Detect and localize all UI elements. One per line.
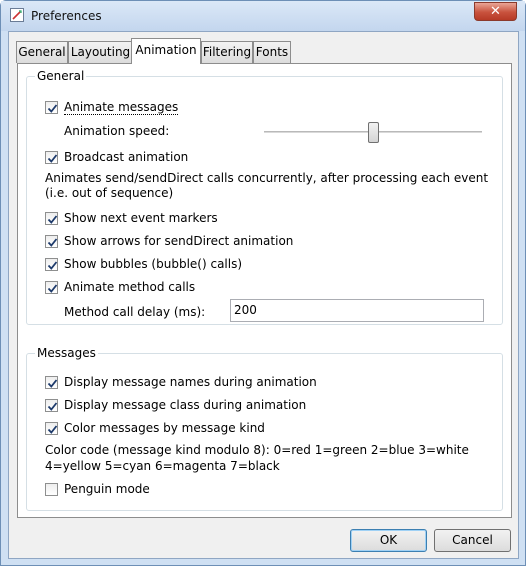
animation-speed-label: Animation speed: [64,124,170,138]
tab-fonts[interactable]: Fonts [253,41,291,63]
title-bar[interactable]: Preferences ✕ [1,1,525,31]
checkbox-box[interactable] [45,235,58,248]
checkbox-box[interactable] [45,483,58,496]
checkbox-box[interactable] [45,151,58,164]
checkbox-box[interactable] [45,399,58,412]
color-by-kind-label: Color messages by message kind [64,421,265,435]
tab-animation[interactable]: Animation [131,38,201,64]
checkbox-box[interactable] [45,258,58,271]
general-group-title: General [35,69,87,83]
checkbox-box[interactable] [45,101,58,114]
animation-speed-slider-thumb[interactable] [367,122,379,143]
tab-general[interactable]: General [16,41,68,63]
checkmark-icon [47,402,58,411]
checkmark-icon [47,379,58,388]
messages-group: Messages Display message names during an… [26,346,503,511]
show-next-event-markers-label: Show next event markers [64,211,218,225]
close-button[interactable]: ✕ [474,2,517,21]
color-code-line2: 4=yellow 5=cyan 6=magenta 7=black [45,459,280,473]
close-icon: ✕ [490,4,501,19]
broadcast-description-line1: Animates send/sendDirect calls concurren… [45,171,489,185]
messages-group-title: Messages [35,346,98,360]
preferences-window: Preferences ✕ General Layouting Animatio… [0,0,526,566]
app-icon [10,8,24,22]
tab-layouting[interactable]: Layouting [68,41,133,63]
animate-messages-label: Animate messages [64,100,179,115]
show-arrows-label: Show arrows for sendDirect animation [64,234,294,248]
show-bubbles-label: Show bubbles (bubble() calls) [64,257,243,271]
checkmark-icon [47,425,58,434]
dialog-client: General Layouting Animation Filtering Fo… [8,31,519,559]
tab-filtering[interactable]: Filtering [201,41,253,63]
animate-method-calls-label: Animate method calls [64,280,196,294]
broadcast-description-line2: (i.e. out of sequence) [45,186,174,200]
checkmark-icon [47,238,58,247]
checkbox-box[interactable] [45,281,58,294]
method-call-delay-label: Method call delay (ms): [64,305,206,319]
ok-button[interactable]: OK [350,529,427,552]
general-group: General Animate messages Animation speed… [26,69,503,325]
checkmark-icon [47,284,58,293]
checkbox-box[interactable] [45,376,58,389]
cancel-button[interactable]: Cancel [434,529,511,552]
checkmark-icon [47,261,58,270]
animation-tab-panel: General Animate messages Animation speed… [17,63,512,518]
display-message-names-label: Display message names during animation [64,375,317,389]
checkmark-icon [47,154,58,163]
display-message-class-label: Display message class during animation [64,398,307,412]
color-code-line1: Color code (message kind modulo 8): 0=re… [45,443,469,457]
checkmark-icon [47,104,58,113]
penguin-mode-label: Penguin mode [64,482,150,496]
checkbox-box[interactable] [45,422,58,435]
checkmark-icon [47,215,58,224]
window-title: Preferences [31,9,102,23]
method-call-delay-input[interactable]: 200 [230,299,484,322]
broadcast-animation-label: Broadcast animation [64,150,189,164]
checkbox-box[interactable] [45,212,58,225]
